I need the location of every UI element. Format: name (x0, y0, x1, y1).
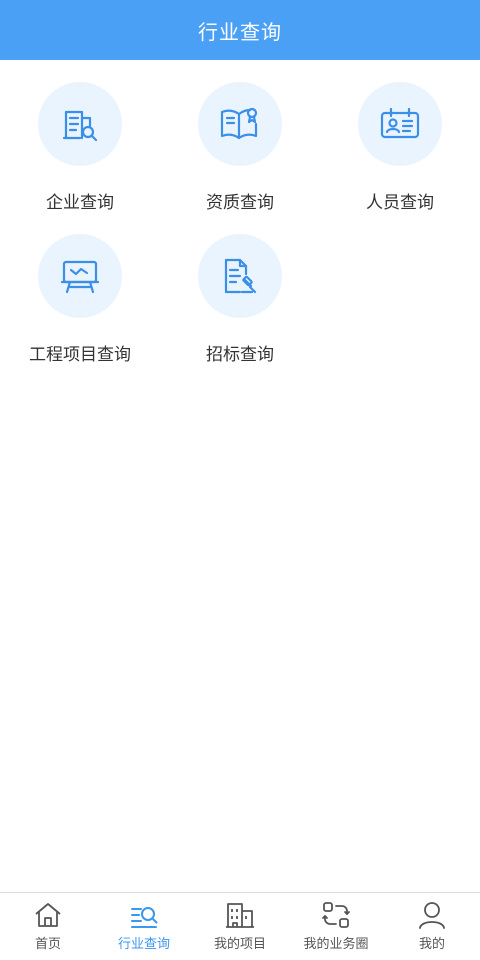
tab-label: 我的项目 (213, 937, 266, 952)
tab-business-circle[interactable]: 我的业务圈 (288, 893, 384, 960)
tab-me[interactable]: 我的 (384, 893, 480, 960)
bottom-tab-bar: 首页 行业查询 我的项目 我的业务圈 我的 (0, 892, 480, 960)
tab-home[interactable]: 首页 (0, 893, 96, 960)
tile-bidding-query[interactable]: 招标查询 (160, 234, 320, 374)
person-icon (419, 902, 445, 929)
tab-my-projects[interactable]: 我的项目 (192, 893, 288, 960)
tile-qualification-query[interactable]: 资质查询 (160, 82, 320, 222)
tile-label: 企业查询 (46, 193, 114, 213)
home-icon (35, 903, 61, 927)
industry-search-icon (131, 907, 158, 928)
tab-label: 我的业务圈 (303, 937, 369, 952)
company-search-icon (62, 110, 98, 142)
tab-industry-query[interactable]: 行业查询 (96, 893, 192, 960)
personnel-card-icon (380, 107, 420, 139)
tab-label: 首页 (34, 937, 61, 952)
building-icon (226, 903, 254, 928)
tile-label: 招标查询 (206, 345, 274, 365)
tile-label: 工程项目查询 (29, 345, 131, 365)
project-board-icon (60, 260, 100, 294)
tile-label: 资质查询 (206, 193, 274, 213)
tile-project-query[interactable]: 工程项目查询 (0, 234, 160, 374)
page-title: 行业查询 (198, 19, 282, 44)
tab-label: 行业查询 (117, 937, 170, 952)
qualification-book-icon (220, 107, 258, 140)
tile-company-query[interactable]: 企业查询 (0, 82, 160, 222)
tab-label: 我的 (418, 937, 445, 952)
bidding-document-icon (224, 258, 257, 294)
business-circle-icon (322, 902, 350, 928)
tile-personnel-query[interactable]: 人员查询 (320, 82, 480, 222)
tile-label: 人员查询 (366, 193, 434, 213)
header-bar: 行业查询 (0, 0, 480, 60)
